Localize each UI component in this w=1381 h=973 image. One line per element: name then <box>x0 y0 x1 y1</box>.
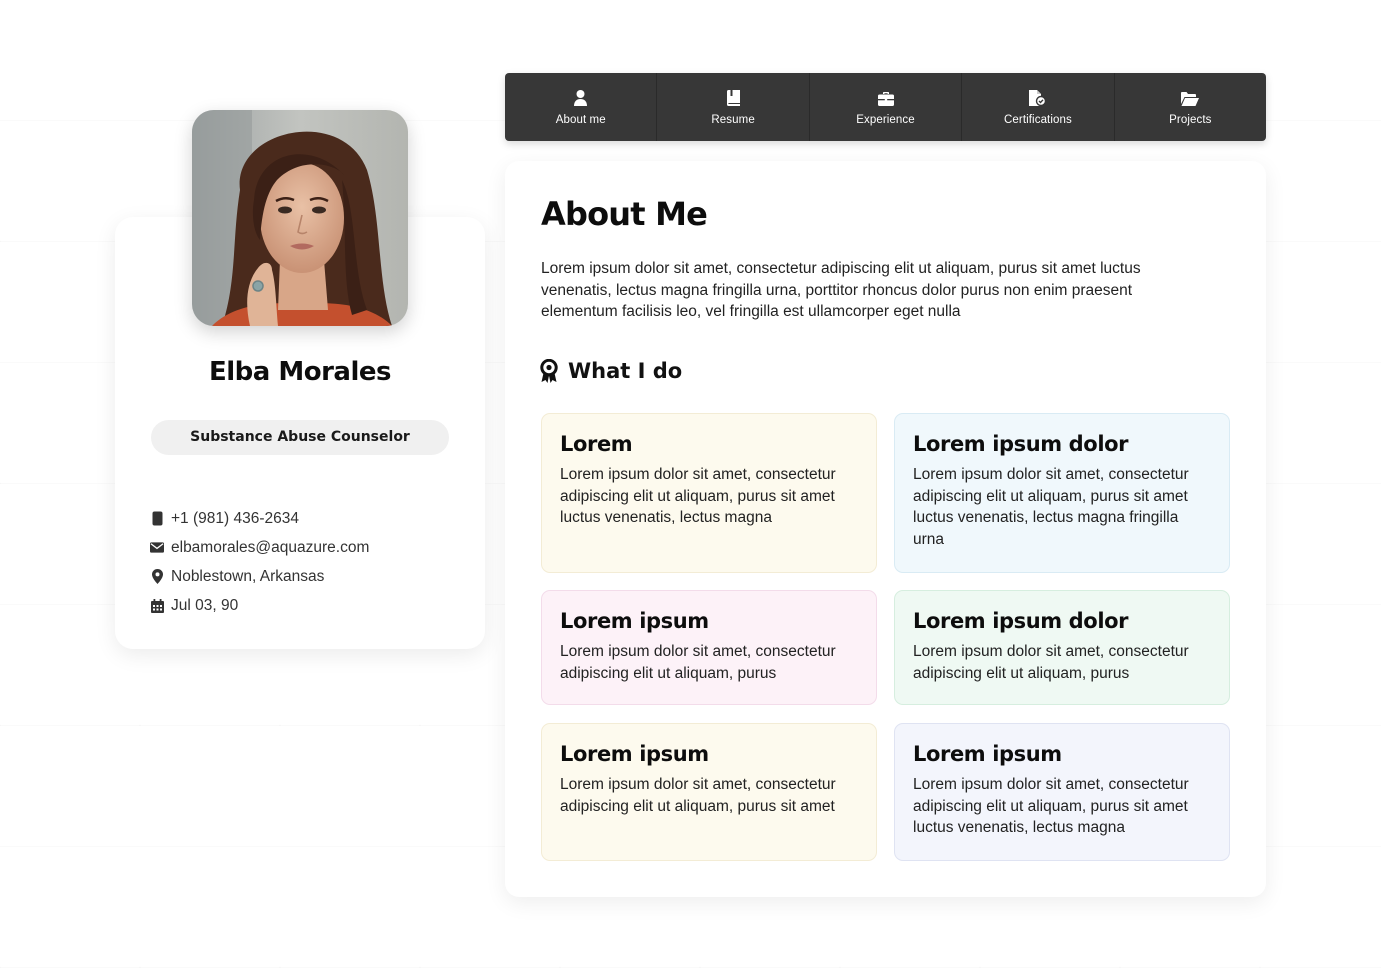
service-card-title: Lorem ipsum dolor <box>913 609 1129 633</box>
award-ribbon-icon <box>540 359 558 383</box>
service-card-text: Lorem ipsum dolor sit amet, consectetur … <box>913 643 1189 682</box>
service-card: Lorem ipsum Lorem ipsum dolor sit amet, … <box>541 723 877 861</box>
contact-birthday-text: Jul 03, 90 <box>171 596 239 614</box>
profile-role-badge: Substance Abuse Counselor <box>151 420 449 455</box>
nav-item-label: Experience <box>856 114 915 126</box>
contact-birthday: Jul 03, 90 <box>150 591 470 620</box>
user-icon <box>574 88 588 106</box>
section-navbar: About me Resume Experience Certification… <box>505 73 1266 141</box>
contact-list: +1 (981) 436-2634 elbamorales@aquazure.c… <box>150 504 470 620</box>
nav-item-certifications[interactable]: Certifications <box>962 73 1115 141</box>
service-card-title: Lorem <box>560 432 633 456</box>
service-card-title: Lorem ipsum <box>560 609 709 633</box>
certificate-file-icon <box>1029 88 1047 106</box>
nav-item-label: Resume <box>711 114 755 126</box>
folder-open-icon <box>1181 88 1200 106</box>
contact-phone-text: +1 (981) 436-2634 <box>171 509 299 527</box>
nav-item-label: About me <box>555 114 606 126</box>
service-card: Lorem Lorem ipsum dolor sit amet, consec… <box>541 413 877 573</box>
service-card: Lorem ipsum dolor Lorem ipsum dolor sit … <box>894 590 1230 705</box>
page-title: About Me <box>541 195 708 233</box>
service-card-text: Lorem ipsum dolor sit amet, consectetur … <box>560 776 836 815</box>
nav-item-projects[interactable]: Projects <box>1115 73 1266 141</box>
about-description: Lorem ipsum dolor sit amet, consectetur … <box>541 260 1141 320</box>
nav-item-label: Certifications <box>1003 114 1072 126</box>
location-pin-icon <box>150 569 164 585</box>
contact-email[interactable]: elbamorales@aquazure.com <box>150 533 470 562</box>
contact-email-text: elbamorales@aquazure.com <box>171 538 370 556</box>
service-card-title: Lorem ipsum dolor <box>913 432 1129 456</box>
briefcase-icon <box>877 88 894 106</box>
calendar-icon <box>150 598 164 614</box>
about-panel: About Me Lorem ipsum dolor sit amet, con… <box>505 161 1266 897</box>
service-card: Lorem ipsum Lorem ipsum dolor sit amet, … <box>541 590 877 705</box>
contact-phone[interactable]: +1 (981) 436-2634 <box>150 504 470 533</box>
service-card-text: Lorem ipsum dolor sit amet, consectetur … <box>913 466 1189 548</box>
service-card-text: Lorem ipsum dolor sit amet, consectetur … <box>913 776 1189 836</box>
service-card-title: Lorem ipsum <box>913 742 1062 766</box>
envelope-icon <box>150 540 164 556</box>
phone-icon <box>150 511 164 527</box>
service-card-text: Lorem ipsum dolor sit amet, consectetur … <box>560 466 836 526</box>
profile-name: Elba Morales <box>208 357 392 387</box>
contact-location-text: Noblestown, Arkansas <box>171 567 325 585</box>
what-i-do-title: What I do <box>568 359 683 383</box>
service-card-text: Lorem ipsum dolor sit amet, consectetur … <box>560 643 836 682</box>
what-i-do-heading: What I do <box>540 359 682 383</box>
service-card-title: Lorem ipsum <box>560 742 709 766</box>
service-card: Lorem ipsum dolor Lorem ipsum dolor sit … <box>894 413 1230 573</box>
service-card: Lorem ipsum Lorem ipsum dolor sit amet, … <box>894 723 1230 861</box>
nav-item-about-me[interactable]: About me <box>505 73 658 141</box>
nav-item-label: Projects <box>1169 114 1212 126</box>
avatar <box>192 110 408 326</box>
nav-item-resume[interactable]: Resume <box>657 73 810 141</box>
nav-item-experience[interactable]: Experience <box>810 73 963 141</box>
book-icon <box>726 88 740 106</box>
contact-location: Noblestown, Arkansas <box>150 562 470 591</box>
